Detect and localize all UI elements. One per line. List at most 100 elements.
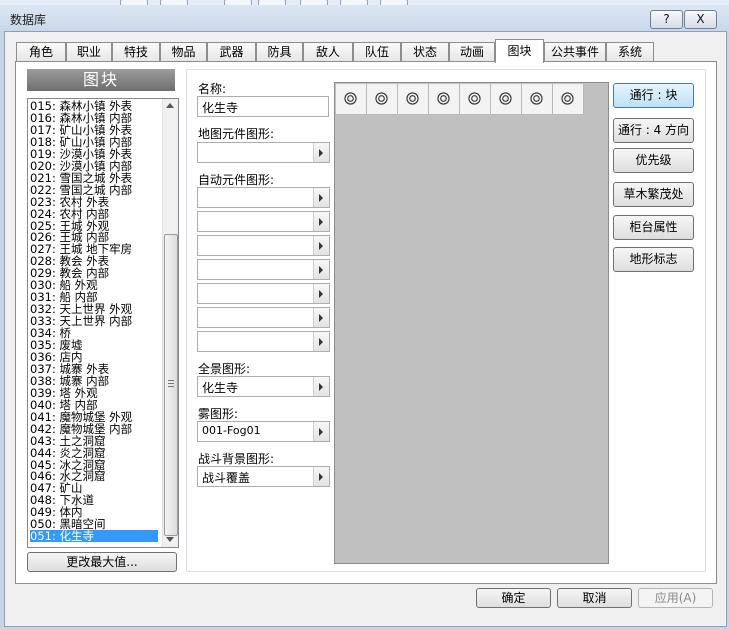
battleback-label: 战斗背景图形: — [198, 452, 275, 466]
tab-2[interactable]: 职业 — [66, 42, 112, 62]
passable-circle-icon — [406, 92, 419, 105]
help-button[interactable]: ? — [650, 10, 683, 29]
autotile-select-7[interactable] — [197, 331, 330, 352]
cancel-button[interactable]: 取消 — [557, 588, 632, 608]
scroll-up-icon[interactable] — [166, 103, 174, 108]
panorama-select[interactable]: 化生寺 — [197, 376, 330, 397]
tile-cell[interactable] — [522, 84, 553, 115]
tileset-list-item[interactable]: 042: 魔物城堡 内部 — [30, 423, 132, 435]
dropdown-arrow-icon[interactable] — [313, 212, 329, 231]
tile-cell[interactable] — [367, 84, 398, 115]
fog-value: 001-Fog01 — [202, 424, 261, 437]
tab-13[interactable]: 系统 — [606, 42, 654, 62]
tileset-list-header: 图块 — [27, 69, 175, 91]
grip-line — [168, 380, 174, 381]
tab-3[interactable]: 特技 — [112, 42, 160, 62]
tileset-list-item[interactable]: 051: 化生寺 — [30, 530, 158, 543]
tile-cell[interactable] — [398, 84, 429, 115]
scroll-down-icon[interactable] — [166, 537, 174, 542]
close-button[interactable]: X — [684, 10, 717, 29]
grip-line — [168, 386, 174, 387]
battleback-value: 战斗覆盖 — [202, 471, 251, 485]
priority-button[interactable]: 优先级 — [613, 148, 694, 173]
panorama-value: 化生寺 — [202, 381, 239, 395]
tab-11[interactable]: 图块 — [495, 39, 544, 63]
tile-cell[interactable] — [553, 84, 584, 115]
panorama-label: 全景图形: — [198, 362, 251, 376]
name-input[interactable]: 化生寺 — [197, 96, 329, 117]
window-title: 数据库 — [10, 13, 47, 27]
tileset-list-item[interactable]: 024: 农村 内部 — [30, 208, 109, 220]
tileset-listbox[interactable]: 015: 森林小镇 外表 016: 森林小镇 内部 017: 矿山小镇 外表 018:… — [27, 98, 179, 548]
passable-circle-icon — [561, 92, 574, 105]
autotile-select-2[interactable] — [197, 211, 330, 232]
passable-circle-icon — [344, 92, 357, 105]
dropdown-arrow-icon[interactable] — [313, 260, 329, 279]
autotile-select-4[interactable] — [197, 259, 330, 280]
scroll-thumb[interactable] — [164, 234, 178, 536]
tileset-list-item[interactable]: 040: 塔 内部 — [30, 399, 98, 411]
name-value: 化生寺 — [202, 101, 239, 115]
fog-select[interactable]: 001-Fog01 — [197, 421, 330, 442]
autotile-select-5[interactable] — [197, 283, 330, 304]
fog-label: 雾图形: — [198, 407, 239, 421]
tileset-list-item[interactable]: 021: 雪国之城 外表 — [30, 172, 132, 184]
bush-flag-button[interactable]: 草木繁茂处 — [613, 182, 694, 207]
name-label: 名称: — [198, 82, 227, 96]
passage-4dir-button[interactable]: 通行 : 4 方向 — [613, 118, 694, 143]
tileset-list-item[interactable]: 019: 沙漠小镇 外表 — [30, 148, 132, 160]
terrain-tag-button[interactable]: 地形标志 — [613, 247, 694, 272]
dropdown-arrow-icon[interactable] — [313, 467, 329, 486]
tileset-list-item[interactable]: 043: 土之洞窟 — [30, 435, 105, 447]
tab-5[interactable]: 武器 — [207, 42, 256, 62]
ok-button[interactable]: 确定 — [476, 588, 551, 608]
tileset-list-item[interactable]: 023: 农村 外表 — [30, 196, 109, 208]
dropdown-arrow-icon[interactable] — [313, 377, 329, 396]
grip-line — [168, 383, 174, 384]
dropdown-arrow-icon[interactable] — [313, 422, 329, 441]
apply-button[interactable]: 应用(A) — [638, 588, 713, 608]
tab-10[interactable]: 动画 — [449, 42, 495, 62]
passable-circle-icon — [468, 92, 481, 105]
dropdown-arrow-icon[interactable] — [313, 308, 329, 327]
dropdown-arrow-icon[interactable] — [313, 143, 329, 162]
tab-9[interactable]: 状态 — [401, 42, 449, 62]
tileset-list-item[interactable]: 020: 沙漠小镇 内部 — [30, 160, 132, 172]
passable-circle-icon — [437, 92, 450, 105]
dropdown-arrow-icon[interactable] — [313, 236, 329, 255]
passable-circle-icon — [375, 92, 388, 105]
autotile-select-1[interactable] — [197, 187, 330, 208]
change-max-button[interactable]: 更改最大值... — [27, 552, 177, 572]
tile-cell[interactable] — [491, 84, 522, 115]
title-bar: 数据库 ? X — [0, 5, 729, 31]
dropdown-arrow-icon[interactable] — [313, 284, 329, 303]
tileset-graphic-select[interactable] — [197, 142, 330, 163]
autotile-label: 自动元件图形: — [198, 173, 275, 187]
tab-4[interactable]: 物品 — [160, 42, 207, 62]
dropdown-arrow-icon[interactable] — [313, 188, 329, 207]
tileset-list-item[interactable]: 044: 炎之洞窟 — [30, 447, 105, 459]
counter-flag-button[interactable]: 柜台属性 — [613, 215, 694, 240]
tab-7[interactable]: 敌人 — [303, 42, 353, 62]
tile-cell[interactable] — [460, 84, 491, 115]
tileset-list-item[interactable]: 022: 雪国之城 内部 — [30, 184, 132, 196]
dropdown-arrow-icon[interactable] — [313, 332, 329, 351]
tileset-list-item[interactable]: 041: 魔物城堡 外观 — [30, 411, 132, 423]
tab-12[interactable]: 公共事件 — [544, 42, 606, 62]
tile-cell[interactable] — [336, 84, 367, 115]
list-scrollbar[interactable] — [162, 99, 178, 547]
tab-6[interactable]: 防具 — [256, 42, 303, 62]
tile-cell[interactable] — [429, 84, 460, 115]
autotile-select-6[interactable] — [197, 307, 330, 328]
passable-circle-icon — [499, 92, 512, 105]
passage-block-button[interactable]: 通行 : 块 — [613, 83, 694, 108]
tile-palette[interactable] — [334, 82, 609, 564]
tab-1[interactable]: 角色 — [16, 42, 66, 62]
passable-circle-icon — [530, 92, 543, 105]
battleback-select[interactable]: 战斗覆盖 — [197, 466, 330, 487]
database-window: 数据库 ? X 角色 职业 特技 物品 武器 防具 敌人 队伍 状态 动画 图块 公共事件 系统 图块 … — [0, 0, 729, 629]
tileset-list-item[interactable]: 039: 塔 外观 — [30, 387, 98, 399]
tileset-graphic-label: 地图元件图形: — [198, 127, 275, 141]
tab-8[interactable]: 队伍 — [353, 42, 401, 62]
autotile-select-3[interactable] — [197, 235, 330, 256]
